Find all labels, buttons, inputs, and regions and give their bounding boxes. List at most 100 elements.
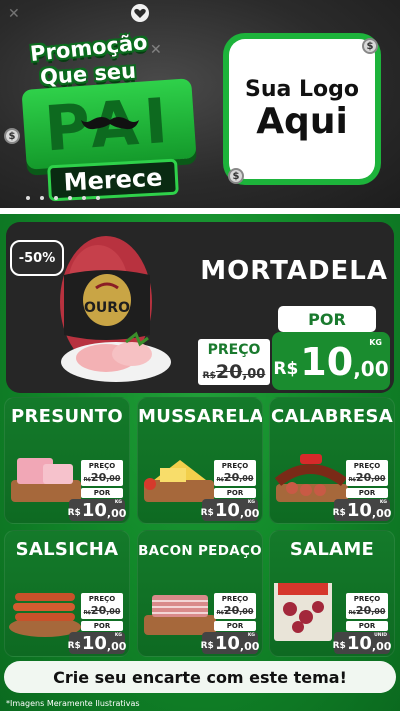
- new-dec: ,00: [371, 639, 392, 653]
- mustache-icon: [81, 117, 139, 130]
- header-banner: ✕ 〰 ❘❘ ✕ Promoção Que seu PAI Merece Sua…: [0, 0, 400, 210]
- promo-merece-text: Merece: [62, 163, 164, 197]
- dollar-coin-icon: $: [362, 38, 378, 54]
- product-new-price: R$ 10 ,00 KG: [201, 499, 260, 521]
- price-unit: KG: [379, 500, 387, 505]
- product-new-price: R$ 10 ,00 KG: [67, 632, 127, 654]
- new-currency: R$: [332, 508, 346, 518]
- logo-placeholder-card: Sua Logo Aqui: [223, 33, 381, 185]
- featured-product-name: MORTADELA: [200, 256, 388, 286]
- price-unit: KG: [369, 338, 382, 347]
- new-dec: ,00: [239, 506, 260, 520]
- new-int: 10: [300, 340, 354, 384]
- product-new-price: R$ 10 ,00 KG: [200, 632, 260, 654]
- preco-label: PREÇO: [214, 593, 256, 604]
- new-currency: R$: [273, 359, 299, 379]
- old-int: 20: [223, 604, 240, 617]
- preco-label: PREÇO: [81, 460, 123, 471]
- product-name: SALSICHA: [15, 539, 119, 560]
- new-currency: R$: [200, 641, 214, 651]
- product-name: CALABRESA: [270, 406, 393, 427]
- new-int: 10: [81, 499, 107, 521]
- new-currency: R$: [67, 641, 81, 651]
- featured-por-label: POR: [278, 306, 376, 332]
- old-dec: ,00: [371, 607, 386, 616]
- product-old-price: PREÇO R$ 20 ,00: [81, 593, 123, 619]
- mortadela-image: OURO: [60, 236, 171, 382]
- new-int: 10: [346, 499, 372, 521]
- price-unit: UNID: [374, 633, 387, 638]
- decorative-dots: [26, 196, 100, 200]
- por-label: POR: [214, 621, 256, 631]
- offers-area: -50% OURO MORTADELA POR PREÇO R$ 20 ,00 …: [0, 214, 400, 711]
- product-name: PRESUNTO: [11, 406, 123, 427]
- chalk-scribble: ✕: [8, 6, 20, 22]
- product-card[interactable]: SALAME PREÇO R$ 20 ,00 POR R$ 10 ,00 UNI…: [269, 530, 395, 657]
- product-card[interactable]: PRESUNTO PREÇO R$ 20 ,00 POR R$ 10 ,00 K…: [4, 397, 130, 524]
- old-value: R$ 20 ,00: [346, 471, 388, 486]
- old-dec: ,00: [242, 367, 266, 382]
- old-dec: ,00: [371, 474, 386, 483]
- old-int: 20: [355, 604, 372, 617]
- featured-old-value: R$ 20 ,00: [198, 361, 270, 385]
- logo-placeholder-line1: Sua Logo: [244, 76, 359, 102]
- new-currency: R$: [332, 641, 346, 651]
- old-value: R$ 20 ,00: [214, 471, 256, 486]
- new-dec: ,00: [353, 357, 389, 381]
- product-old-price: PREÇO R$ 20 ,00: [346, 593, 388, 619]
- product-old-price: PREÇO R$ 20 ,00: [214, 593, 256, 619]
- new-currency: R$: [67, 508, 81, 518]
- mortadela-brand-label: OURO: [84, 300, 130, 316]
- old-value: R$ 20 ,00: [81, 604, 123, 619]
- old-value: R$ 20 ,00: [214, 604, 256, 619]
- new-dec: ,00: [106, 506, 127, 520]
- price-unit: KG: [247, 500, 255, 505]
- promo-merece-block: Merece: [47, 158, 179, 202]
- product-new-price: R$ 10 ,00 KG: [67, 499, 127, 521]
- dollar-coin-icon: $: [228, 168, 244, 184]
- old-dec: ,00: [239, 607, 254, 616]
- old-int: 20: [355, 471, 372, 484]
- old-currency: R$: [83, 477, 91, 483]
- product-old-price: PREÇO R$ 20 ,00: [81, 460, 123, 486]
- old-dec: ,00: [106, 474, 121, 483]
- new-int: 10: [214, 632, 240, 654]
- por-label: POR: [81, 621, 123, 631]
- product-card[interactable]: CALABRESA PREÇO R$ 20 ,00 POR R$ 10 ,00 …: [269, 397, 395, 524]
- por-label: POR: [346, 488, 388, 498]
- product-card[interactable]: SALSICHA PREÇO R$ 20 ,00 POR R$ 10 ,00 K…: [4, 530, 130, 657]
- product-card[interactable]: BACON PEDAÇO PREÇO R$ 20 ,00 POR R$ 10 ,…: [137, 530, 263, 657]
- new-int: 10: [346, 632, 372, 654]
- preco-label: PREÇO: [214, 460, 256, 471]
- logo-placeholder-inner: Sua Logo Aqui: [229, 39, 375, 179]
- new-dec: ,00: [239, 639, 260, 653]
- old-int: 20: [90, 604, 107, 617]
- discount-badge: -50%: [10, 240, 64, 276]
- old-currency: R$: [216, 477, 224, 483]
- featured-preco-label: PREÇO: [198, 339, 270, 361]
- images-disclaimer: *Imagens Meramente Ilustrativas: [6, 699, 140, 708]
- featured-new-price: R$ 10 ,00 KG: [272, 332, 390, 390]
- featured-product-card[interactable]: -50% OURO MORTADELA POR PREÇO R$ 20 ,00 …: [6, 222, 394, 393]
- product-new-price: R$ 10 ,00 KG: [332, 499, 392, 521]
- old-currency: R$: [202, 371, 216, 381]
- preco-label: PREÇO: [346, 593, 388, 604]
- new-int: 10: [81, 632, 107, 654]
- old-dec: ,00: [239, 474, 254, 483]
- preco-label: PREÇO: [81, 593, 123, 604]
- old-currency: R$: [83, 610, 91, 616]
- product-new-price: R$ 10 ,00 UNID: [332, 632, 392, 654]
- new-dec: ,00: [106, 639, 127, 653]
- old-dec: ,00: [106, 607, 121, 616]
- product-name: BACON PEDAÇO: [138, 543, 262, 559]
- create-flyer-button[interactable]: Crie seu encarte com este tema!: [4, 661, 396, 693]
- new-dec: ,00: [371, 506, 392, 520]
- product-card[interactable]: MUSSARELA PREÇO R$ 20 ,00 POR R$ 10 ,00 …: [137, 397, 263, 524]
- dollar-coin-icon: $: [4, 128, 20, 144]
- old-currency: R$: [216, 610, 224, 616]
- old-int: 20: [215, 361, 243, 383]
- product-old-price: PREÇO R$ 20 ,00: [346, 460, 388, 486]
- price-unit: KG: [114, 633, 122, 638]
- old-currency: R$: [348, 610, 356, 616]
- old-currency: R$: [348, 477, 356, 483]
